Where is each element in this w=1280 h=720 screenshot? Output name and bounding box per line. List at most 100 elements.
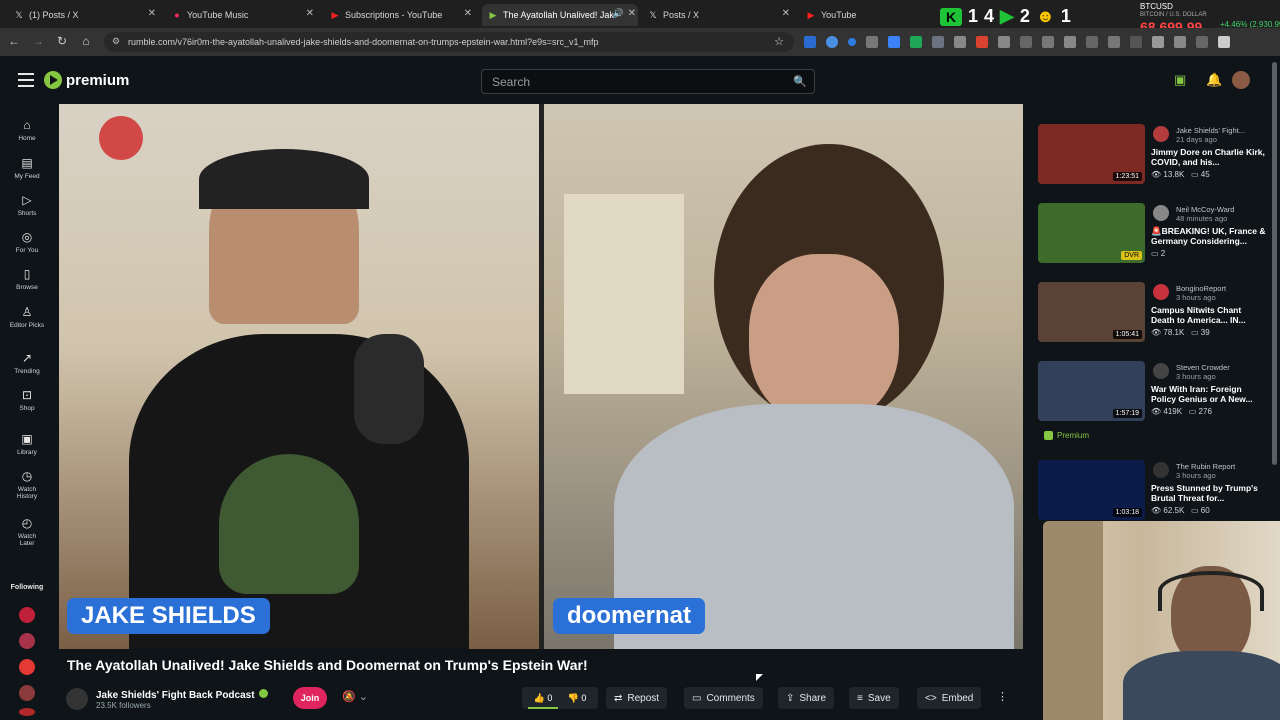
share-button[interactable]: ⇪ Share bbox=[778, 687, 835, 709]
rec-title[interactable]: Campus Nitwits Chant Death to America...… bbox=[1151, 305, 1267, 325]
back-icon[interactable]: ← bbox=[6, 34, 22, 48]
join-button[interactable]: Join bbox=[293, 687, 327, 709]
extension-icon[interactable] bbox=[1064, 36, 1076, 48]
menu-icon[interactable] bbox=[18, 73, 34, 87]
sidebar-item-browse[interactable]: ▯ Browse bbox=[0, 267, 54, 291]
play-icon[interactable]: ▶ bbox=[1000, 6, 1014, 27]
following-channel-avatar[interactable] bbox=[19, 685, 35, 701]
channel-avatar[interactable] bbox=[1153, 284, 1169, 300]
following-channel-avatar[interactable] bbox=[19, 607, 35, 623]
extension-icon[interactable] bbox=[1196, 36, 1208, 48]
embed-button[interactable]: <> Embed bbox=[917, 687, 982, 709]
rec-title[interactable]: Jimmy Dore on Charlie Kirk, COVID, and h… bbox=[1151, 147, 1267, 167]
sidebar-item-shop[interactable]: ⊡ Shop bbox=[0, 388, 54, 412]
extension-icon[interactable] bbox=[1108, 36, 1120, 48]
browser-tab[interactable]: 𝕏 (1) Posts / X ✕ bbox=[8, 4, 158, 26]
extension-icon[interactable] bbox=[1218, 36, 1230, 48]
channel-avatar[interactable] bbox=[1153, 205, 1169, 221]
comments-button[interactable]: ▭ Comments bbox=[684, 687, 763, 709]
bookmark-star-icon[interactable]: ☆ bbox=[774, 35, 784, 48]
extension-icon[interactable] bbox=[1042, 36, 1054, 48]
following-channel-avatar[interactable] bbox=[19, 659, 35, 675]
extension-icon[interactable] bbox=[1086, 36, 1098, 48]
channel-avatar[interactable] bbox=[66, 688, 88, 710]
extension-icon[interactable] bbox=[976, 36, 988, 48]
extension-icon[interactable] bbox=[826, 36, 838, 48]
recommendation-item[interactable]: 1:23:51 Jake Shields' Fight... 21 days a… bbox=[1036, 124, 1268, 196]
browser-tab[interactable]: ▶ Subscriptions - YouTube ✕ bbox=[324, 4, 474, 26]
search-box[interactable]: 🔍 bbox=[481, 69, 815, 94]
recommendation-item[interactable]: DVR Neil McCoy-Ward 48 minutes ago 🚨BREA… bbox=[1036, 203, 1268, 275]
extension-icon[interactable] bbox=[910, 36, 922, 48]
notification-toggle[interactable]: 🔕 ⌄ bbox=[342, 690, 368, 703]
sidebar-item-library[interactable]: ▣ Library bbox=[0, 432, 54, 456]
browser-tab-active[interactable]: ▶ The Ayatollah Unalived! Jak 🔊 ✕ bbox=[482, 4, 638, 26]
upload-icon[interactable]: ▣ bbox=[1174, 72, 1186, 88]
extension-icon[interactable] bbox=[954, 36, 966, 48]
audio-icon[interactable]: 🔊 bbox=[613, 8, 624, 19]
sidebar-item-shorts[interactable]: ▷ Shorts bbox=[0, 193, 54, 217]
close-icon[interactable]: ✕ bbox=[464, 8, 472, 19]
forward-icon[interactable]: → bbox=[30, 34, 46, 48]
extension-icon[interactable] bbox=[998, 36, 1010, 48]
extension-icon[interactable] bbox=[888, 36, 900, 48]
sidebar-item-home[interactable]: ⌂ Home bbox=[0, 118, 54, 142]
video-thumbnail[interactable]: 1:23:51 bbox=[1038, 124, 1145, 184]
avatar[interactable] bbox=[1232, 71, 1250, 89]
extension-icon[interactable] bbox=[1130, 36, 1142, 48]
close-icon[interactable]: ✕ bbox=[306, 8, 314, 19]
search-icon[interactable]: 🔍 bbox=[793, 75, 807, 88]
video-player[interactable]: JAKE SHIELDS doomernat bbox=[59, 104, 1023, 649]
close-icon[interactable]: ✕ bbox=[148, 8, 156, 19]
repost-button[interactable]: ⇄ Repost bbox=[606, 687, 668, 709]
sidebar-item-my-feed[interactable]: ▤ My Feed bbox=[0, 156, 54, 180]
video-thumbnail[interactable]: 1:03:18 bbox=[1038, 460, 1145, 520]
extension-icon[interactable] bbox=[1020, 36, 1032, 48]
rec-channel[interactable]: Neil McCoy-Ward bbox=[1176, 205, 1234, 214]
following-channel-avatar[interactable] bbox=[19, 633, 35, 649]
rec-channel[interactable]: The Rubin Report bbox=[1176, 462, 1235, 471]
rec-channel[interactable]: Steven Crowder bbox=[1176, 363, 1230, 372]
face-icon[interactable]: ☻ bbox=[1036, 6, 1055, 27]
more-options-icon[interactable]: ⋮ bbox=[997, 690, 1008, 703]
site-info-icon[interactable]: ⚙ bbox=[112, 36, 120, 47]
rec-title[interactable]: War With Iran: Foreign Policy Genius or … bbox=[1151, 384, 1267, 404]
extension-icon[interactable] bbox=[866, 36, 878, 48]
channel-name[interactable]: Jake Shields' Fight Back Podcast bbox=[96, 689, 268, 701]
following-channel-avatar[interactable] bbox=[19, 708, 35, 716]
sidebar-item-for-you[interactable]: ◎ For You bbox=[0, 230, 54, 254]
rec-title[interactable]: 🚨BREAKING! UK, France & Germany Consider… bbox=[1151, 226, 1267, 246]
recommendation-item[interactable]: 1:05:41 BonginoReport 3 hours ago Campus… bbox=[1036, 282, 1268, 354]
kick-icon[interactable]: K bbox=[940, 7, 962, 26]
channel-avatar[interactable] bbox=[1153, 462, 1169, 478]
url-field[interactable]: ⚙ rumble.com/v76ir0m-the-ayatollah-unali… bbox=[104, 32, 794, 52]
browser-tab[interactable]: ● YouTube Music ✕ bbox=[166, 4, 316, 26]
sidebar-item-watch-history[interactable]: ◷ Watch History bbox=[0, 469, 54, 500]
video-thumbnail[interactable]: 1:57:19 bbox=[1038, 361, 1145, 421]
sidebar-item-trending[interactable]: ↗ Trending bbox=[0, 351, 54, 375]
like-button[interactable]: 👍 0 bbox=[534, 693, 553, 704]
extension-icon[interactable] bbox=[848, 38, 856, 46]
dislike-button[interactable]: 👎 0 bbox=[568, 693, 587, 704]
extension-icon[interactable] bbox=[804, 36, 816, 48]
video-thumbnail[interactable]: 1:05:41 bbox=[1038, 282, 1145, 342]
rec-channel[interactable]: Jake Shields' Fight... bbox=[1176, 126, 1245, 135]
sidebar-item-watch-later[interactable]: ◴ Watch Later bbox=[0, 516, 54, 547]
bell-icon[interactable]: 🔔 bbox=[1206, 72, 1222, 88]
channel-avatar[interactable] bbox=[1153, 363, 1169, 379]
save-button[interactable]: ≡ Save bbox=[849, 687, 899, 709]
search-input[interactable] bbox=[482, 70, 782, 94]
recommendation-item[interactable]: 1:57:19 Steven Crowder 3 hours ago War W… bbox=[1036, 361, 1268, 433]
channel-avatar[interactable] bbox=[1153, 126, 1169, 142]
close-icon[interactable]: ✕ bbox=[628, 8, 636, 19]
browser-tab[interactable]: 𝕏 Posts / X ✕ bbox=[642, 4, 792, 26]
sidebar-item-editor-picks[interactable]: ♙ Editor Picks bbox=[0, 305, 54, 329]
home-browser-icon[interactable]: ⌂ bbox=[78, 34, 94, 48]
rec-title[interactable]: Press Stunned by Trump's Brutal Threat f… bbox=[1151, 483, 1267, 503]
reload-icon[interactable]: ↻ bbox=[54, 34, 70, 48]
video-thumbnail[interactable]: DVR bbox=[1038, 203, 1145, 263]
extension-icon[interactable] bbox=[1174, 36, 1186, 48]
browser-tab[interactable]: ▶ YouTube bbox=[800, 4, 930, 26]
extension-icon[interactable] bbox=[1152, 36, 1164, 48]
close-icon[interactable]: ✕ bbox=[782, 8, 790, 19]
